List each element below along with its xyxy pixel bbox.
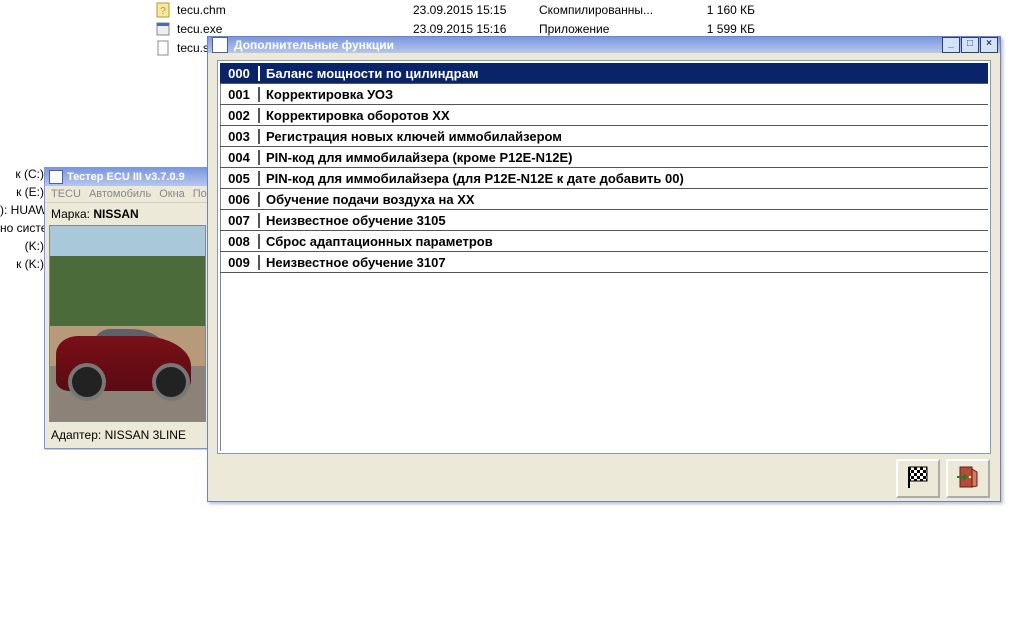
tester-title: Тестер ECU III v3.7.0.9 (67, 171, 185, 183)
function-row[interactable]: 004PIN-код для иммобилайзера (кроме P12E… (220, 147, 988, 168)
functions-listbox[interactable]: 000Баланс мощности по цилиндрам001Коррек… (218, 61, 990, 453)
tester-window: Тестер ECU III v3.7.0.9 TECU Автомобиль … (44, 167, 211, 449)
svg-text:?: ? (160, 6, 166, 17)
function-row[interactable]: 006Обучение подачи воздуха на XX (220, 189, 988, 210)
file-date: 23.09.2015 15:16 (413, 22, 533, 36)
adapter-line: Адаптер: NISSAN 3LINE (49, 422, 206, 444)
adapter-value: NISSAN 3LINE (105, 428, 186, 442)
function-number: 005 (220, 171, 260, 186)
adapter-label: Адаптер: (51, 428, 101, 442)
file-size: 1 160 КБ (685, 3, 755, 17)
function-label: Обучение подачи воздуха на XX (260, 192, 988, 207)
tree-item[interactable]: (K:) (0, 237, 44, 255)
file-date: 23.09.2015 15:15 (413, 3, 533, 17)
tree-item[interactable]: ): HUAW (0, 201, 44, 219)
menu-tecu[interactable]: TECU (51, 188, 81, 200)
tree-item[interactable]: к (K:) (0, 255, 44, 273)
flag-icon (905, 464, 931, 493)
function-number: 003 (220, 129, 260, 144)
function-label: PIN-код для иммобилайзера (для P12E-N12E… (260, 171, 988, 186)
file-size: 1 599 КБ (685, 22, 755, 36)
file-name: tecu.chm (177, 3, 407, 17)
function-row[interactable]: 005PIN-код для иммобилайзера (для P12E-N… (220, 168, 988, 189)
file-row[interactable]: ? tecu.chm 23.09.2015 15:15 Скомпилирова… (155, 0, 1024, 19)
function-label: Сброс адаптационных параметров (260, 234, 988, 249)
tree-item[interactable]: но систе (0, 219, 44, 237)
app-icon (49, 170, 63, 184)
function-label: Корректировка УОЗ (260, 87, 988, 102)
generic-file-icon (155, 40, 171, 56)
function-number: 004 (220, 150, 260, 165)
run-button[interactable] (896, 459, 940, 498)
dialog-title: Дополнительные функции (234, 38, 936, 52)
car-image (49, 225, 206, 422)
tree-item[interactable]: к (E:) (0, 183, 44, 201)
function-label: Неизвестное обучение 3105 (260, 213, 988, 228)
close-button[interactable]: × (980, 37, 998, 53)
function-row[interactable]: 007Неизвестное обучение 3105 (220, 210, 988, 231)
menu-automobile[interactable]: Автомобиль (89, 188, 151, 200)
function-label: Неизвестное обучение 3107 (260, 255, 988, 270)
marka-label: Марка: (51, 207, 90, 221)
function-row[interactable]: 002Корректировка оборотов XX (220, 105, 988, 126)
function-number: 006 (220, 192, 260, 207)
tree-item[interactable]: к (C:) (0, 165, 44, 183)
function-row[interactable]: 000Баланс мощности по цилиндрам (220, 63, 988, 84)
exit-button[interactable] (946, 459, 990, 498)
function-label: Регистрация новых ключей иммобилайзером (260, 129, 988, 144)
function-row[interactable]: 003Регистрация новых ключей иммобилайзер… (220, 126, 988, 147)
file-name: tecu.exe (177, 22, 407, 36)
dialog-titlebar[interactable]: Дополнительные функции _ □ × (208, 37, 1000, 53)
maximize-button[interactable]: □ (961, 37, 979, 53)
function-number: 007 (220, 213, 260, 228)
file-type: Скомпилированны... (539, 3, 679, 17)
app-icon (212, 37, 228, 53)
explorer-tree-fragment: к (C:) к (E:) ): HUAW но систе (K:) к (K… (0, 165, 44, 273)
marka-line: Марка: NISSAN (49, 205, 206, 225)
menu-more[interactable]: По (193, 188, 207, 200)
function-label: Корректировка оборотов XX (260, 108, 988, 123)
function-number: 000 (220, 66, 260, 81)
function-label: PIN-код для иммобилайзера (кроме P12E-N1… (260, 150, 988, 165)
additional-functions-dialog: Дополнительные функции _ □ × 000Баланс м… (207, 36, 1001, 502)
file-type: Приложение (539, 22, 679, 36)
function-label: Баланс мощности по цилиндрам (260, 66, 988, 81)
function-number: 008 (220, 234, 260, 249)
minimize-button[interactable]: _ (942, 37, 960, 53)
function-row[interactable]: 009Неизвестное обучение 3107 (220, 252, 988, 273)
function-row[interactable]: 001Корректировка УОЗ (220, 84, 988, 105)
door-exit-icon (955, 464, 981, 493)
function-number: 002 (220, 108, 260, 123)
function-number: 001 (220, 87, 260, 102)
function-number: 009 (220, 255, 260, 270)
app-file-icon (155, 21, 171, 37)
marka-value: NISSAN (93, 207, 138, 221)
dialog-button-row (218, 453, 990, 498)
tester-menubar: TECU Автомобиль Окна По (45, 186, 210, 203)
tester-titlebar[interactable]: Тестер ECU III v3.7.0.9 (45, 168, 210, 186)
function-row[interactable]: 008Сброс адаптационных параметров (220, 231, 988, 252)
menu-windows[interactable]: Окна (159, 188, 185, 200)
help-file-icon: ? (155, 2, 171, 18)
